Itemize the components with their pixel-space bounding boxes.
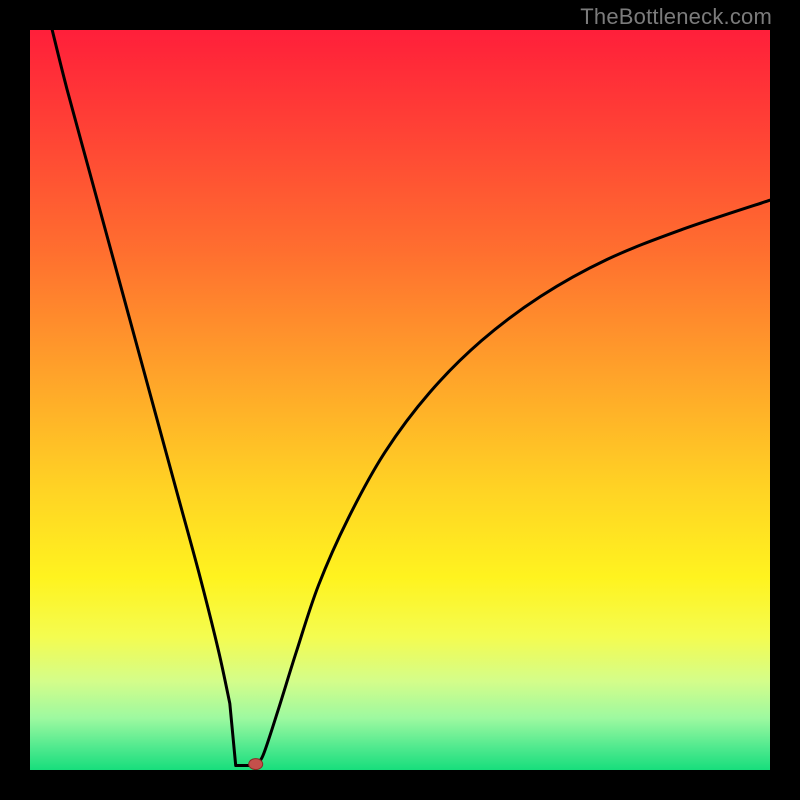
optimum-marker [249,759,263,770]
bottleneck-chart [30,30,770,770]
watermark-label: TheBottleneck.com [580,4,772,30]
gradient-background [30,30,770,770]
chart-frame: TheBottleneck.com [0,0,800,800]
plot-area [30,30,770,770]
